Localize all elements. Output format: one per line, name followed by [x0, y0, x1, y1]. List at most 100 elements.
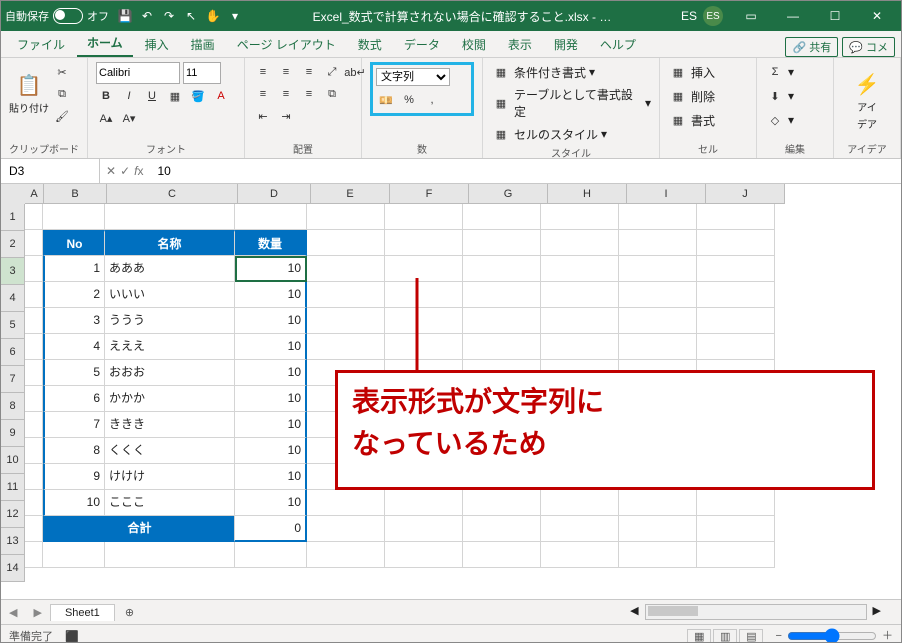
cell[interactable] [541, 308, 619, 334]
cell[interactable] [463, 282, 541, 308]
cell-name[interactable]: ききき [105, 412, 235, 438]
comments-button[interactable]: 💬 コメ [842, 37, 895, 57]
fill-icon[interactable]: ⬇ [765, 86, 785, 106]
tab-data[interactable]: データ [394, 32, 450, 57]
macro-record-icon[interactable]: ⬛ [65, 630, 79, 643]
sheet-nav-next-icon[interactable]: ▶ [25, 606, 49, 619]
number-format-combo[interactable]: 文字列 [376, 68, 450, 86]
page-break-view-icon[interactable]: ▤ [739, 629, 763, 643]
zoom-out-icon[interactable]: − [775, 630, 781, 642]
cell-name[interactable]: あああ [105, 256, 235, 282]
fill-color-button[interactable]: 🪣 [188, 86, 208, 106]
table-header-no[interactable]: No [43, 230, 105, 256]
total-label[interactable]: 合計 [43, 516, 235, 542]
cell[interactable] [25, 308, 43, 334]
cell[interactable] [541, 516, 619, 542]
cell-name[interactable]: かかか [105, 386, 235, 412]
cell-no[interactable]: 4 [43, 334, 105, 360]
cell[interactable] [307, 204, 385, 230]
tab-home[interactable]: ホーム [77, 30, 133, 57]
cell[interactable] [697, 334, 775, 360]
row-header[interactable]: 12 [1, 501, 25, 528]
cell[interactable] [25, 464, 43, 490]
horizontal-scrollbar[interactable] [645, 604, 867, 620]
cell-qty[interactable]: 10 [235, 412, 307, 438]
column-header[interactable]: D [238, 184, 311, 204]
scrollbar-thumb[interactable] [648, 606, 698, 616]
tab-developer[interactable]: 開発 [544, 32, 588, 57]
cell[interactable] [307, 256, 385, 282]
row-header[interactable]: 3 [1, 258, 25, 285]
font-name-combo[interactable] [96, 62, 180, 84]
cell-qty[interactable]: 10 [235, 308, 307, 334]
cell-name[interactable]: けけけ [105, 464, 235, 490]
cell[interactable] [463, 204, 541, 230]
cell-qty[interactable]: 10 [235, 490, 307, 516]
increase-font-icon[interactable]: A▴ [96, 108, 116, 128]
cell[interactable] [307, 308, 385, 334]
cell[interactable] [25, 230, 43, 256]
cell[interactable] [463, 256, 541, 282]
zoom-in-icon[interactable]: ＋ [882, 630, 893, 642]
sheet-tab[interactable]: Sheet1 [50, 604, 115, 621]
toggle-switch[interactable] [53, 8, 83, 24]
cell[interactable] [307, 516, 385, 542]
cell[interactable] [105, 542, 235, 568]
column-header[interactable]: E [311, 184, 390, 204]
normal-view-icon[interactable]: ▦ [687, 629, 711, 643]
cell[interactable] [43, 542, 105, 568]
bold-button[interactable]: B [96, 86, 116, 106]
cell[interactable] [619, 516, 697, 542]
cell[interactable] [619, 230, 697, 256]
insert-cells-icon[interactable]: ▦ [668, 62, 688, 82]
undo-icon[interactable]: ↶ [139, 8, 155, 24]
touch-icon[interactable]: ✋ [205, 8, 221, 24]
comma-format-icon[interactable]: , [422, 90, 442, 110]
cell[interactable] [307, 542, 385, 568]
decrease-font-icon[interactable]: A▾ [119, 108, 139, 128]
cell[interactable] [25, 490, 43, 516]
tab-formulas[interactable]: 数式 [348, 32, 392, 57]
orientation-icon[interactable]: ⤢ [322, 62, 342, 82]
cell[interactable] [25, 334, 43, 360]
fx-icon[interactable]: fx [134, 164, 143, 178]
enter-formula-icon[interactable]: ✓ [120, 164, 130, 178]
cell-qty[interactable]: 10 [235, 256, 307, 282]
column-header[interactable]: C [107, 184, 238, 204]
cell[interactable] [307, 334, 385, 360]
italic-button[interactable]: I [119, 86, 139, 106]
page-layout-view-icon[interactable]: ▥ [713, 629, 737, 643]
cell[interactable] [541, 204, 619, 230]
cell[interactable] [463, 542, 541, 568]
cell[interactable] [697, 516, 775, 542]
cell[interactable] [619, 204, 697, 230]
cell[interactable] [385, 282, 463, 308]
cursor-icon[interactable]: ↖ [183, 8, 199, 24]
column-header[interactable]: F [390, 184, 469, 204]
cell-styles-icon[interactable]: ▦ [491, 124, 511, 144]
cell[interactable] [307, 282, 385, 308]
cell[interactable] [697, 204, 775, 230]
merge-center-icon[interactable]: ⧉ [322, 84, 342, 104]
hscroll-left-icon[interactable]: ◀ [624, 604, 644, 620]
cell[interactable] [43, 204, 105, 230]
autosave-toggle[interactable]: 自動保存 オフ [5, 8, 109, 24]
tab-draw[interactable]: 描画 [181, 32, 225, 57]
clear-icon[interactable]: ◇ [765, 110, 785, 130]
tab-help[interactable]: ヘルプ [590, 32, 646, 57]
font-size-combo[interactable] [183, 62, 221, 84]
cell-qty[interactable]: 10 [235, 334, 307, 360]
cell[interactable] [463, 230, 541, 256]
name-box[interactable] [1, 159, 100, 183]
cell[interactable] [619, 308, 697, 334]
cell[interactable] [697, 542, 775, 568]
increase-indent-icon[interactable]: ⇥ [276, 106, 296, 126]
conditional-format-button[interactable]: 条件付き書式 [514, 64, 586, 81]
tab-page-layout[interactable]: ページ レイアウト [227, 32, 346, 57]
cell[interactable] [235, 542, 307, 568]
ribbon-display-icon[interactable]: ▭ [731, 2, 771, 30]
cell-qty[interactable]: 10 [235, 438, 307, 464]
minimize-icon[interactable]: — [773, 2, 813, 30]
column-header[interactable]: G [469, 184, 548, 204]
column-header[interactable]: A [25, 184, 44, 204]
